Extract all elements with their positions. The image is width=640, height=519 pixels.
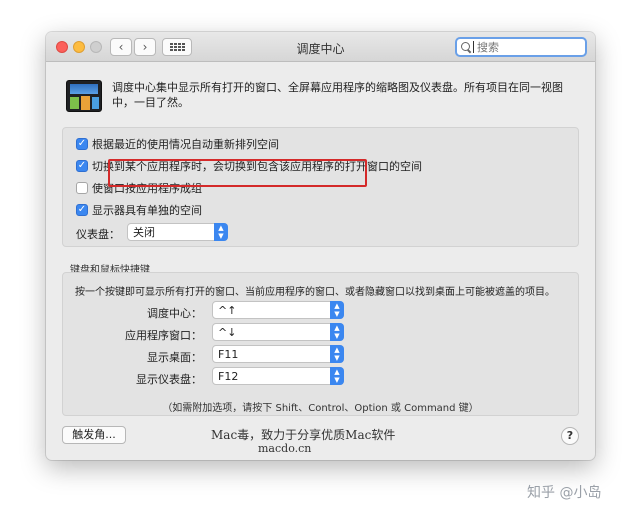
shortcut-select-app-windows[interactable]: ^↓ ▲ ▼ [212,323,344,341]
shortcut-select-show-dashboard[interactable]: F12 ▲ ▼ [212,367,344,385]
zhihu-watermark: 知乎 @小岛 [527,485,602,501]
dashboard-value: 关闭 [133,226,155,239]
watermark-text: Mac毒，致力于分享优质Mac软件 [211,428,396,442]
watermark-url: macdo.cn [258,442,312,455]
shortcut-value: ^↓ [218,325,237,339]
description-text: 调度中心集中显示所有打开的窗口、全屏幕应用程序的缩略图及仪表盘。所有项目在同一视… [112,81,563,109]
dashboard-label: 仪表盘： [76,228,120,241]
title-bar: ‹ › 调度中心 [46,32,595,62]
shortcut-label-show-dashboard: 显示仪表盘： [136,373,202,386]
help-button[interactable]: ? [561,427,579,445]
shortcut-label-show-desktop: 显示桌面： [147,351,202,364]
shortcut-value: F12 [218,369,239,383]
updown-arrow-icon: ▲ ▼ [214,223,228,241]
checkbox-unchecked-icon[interactable] [76,182,88,194]
dashboard-select[interactable]: 关闭 ▲ ▼ [127,223,228,241]
updown-arrow-icon: ▲ ▼ [330,301,344,319]
updown-arrow-icon: ▲ ▼ [330,367,344,385]
search-field[interactable] [455,37,587,57]
mission-control-window: ‹ › 调度中心 调度中心集中显示所有打开的窗口、全屏幕应用程序的缩略图及仪表盘… [46,32,595,460]
text-caret [473,41,474,53]
shortcut-value: F11 [218,347,239,361]
option-auto-rearrange[interactable]: ✓ 根据最近的使用情况自动重新排列空间 [76,136,279,152]
shortcut-value: ^↑ [218,303,237,317]
updown-arrow-icon: ▲ ▼ [330,323,344,341]
option-separate-spaces[interactable]: ✓ 显示器具有单独的空间 [76,202,202,218]
option-label: 根据最近的使用情况自动重新排列空间 [92,138,279,151]
shortcut-label-app-windows: 应用程序窗口： [125,329,202,342]
hot-corners-button[interactable]: 触发角... [62,426,126,444]
highlight-box [108,159,367,187]
checkbox-checked-icon[interactable]: ✓ [76,138,88,150]
search-icon [460,41,472,53]
search-input[interactable] [477,40,577,54]
mission-control-icon [66,80,102,112]
shortcut-select-mission-control[interactable]: ^↑ ▲ ▼ [212,301,344,319]
modifier-hint: （如需附加选项，请按下 Shift、Control、Option 或 Comma… [162,403,479,414]
updown-arrow-icon: ▲ ▼ [330,345,344,363]
option-label: 显示器具有单独的空间 [92,204,202,217]
shortcut-select-show-desktop[interactable]: F11 ▲ ▼ [212,345,344,363]
shortcuts-panel: 按一个按键即可显示所有打开的窗口、当前应用程序的窗口、或者隐藏窗口以找到桌面上可… [62,272,579,416]
checkbox-checked-icon[interactable]: ✓ [76,204,88,216]
checkbox-checked-icon[interactable]: ✓ [76,160,88,172]
options-panel: ✓ 根据最近的使用情况自动重新排列空间 ✓ 切换到某个应用程序时，会切换到包含该… [62,127,579,247]
dashboard-row: 仪表盘： [76,226,120,242]
shortcut-label-mission-control: 调度中心： [147,307,202,320]
shortcuts-intro: 按一个按键即可显示所有打开的窗口、当前应用程序的窗口、或者隐藏窗口以找到桌面上可… [75,287,555,298]
